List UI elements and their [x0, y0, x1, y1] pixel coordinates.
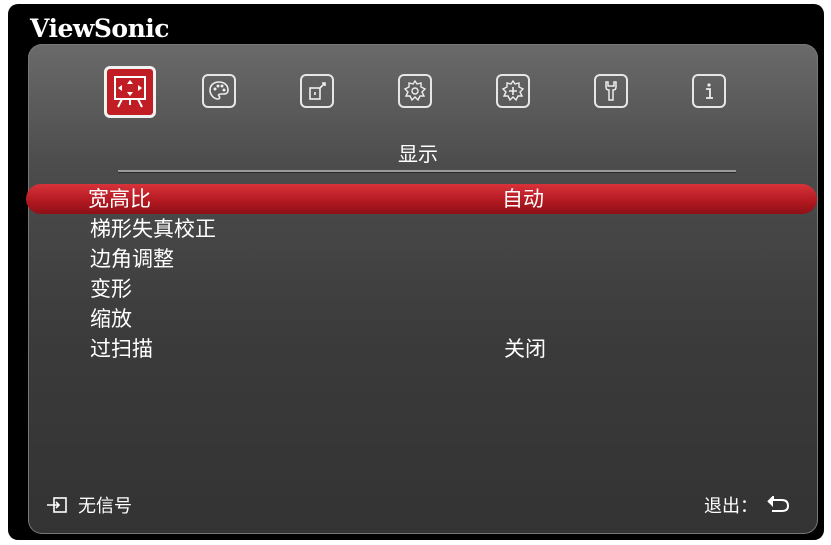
exit-label: 退出：	[704, 496, 758, 517]
menu-item-zoom[interactable]: 缩放	[28, 304, 818, 334]
divider	[118, 170, 736, 173]
menu-item-aspect-ratio[interactable]: 宽高比 自动	[26, 184, 817, 214]
menu-panel: 显示 宽高比 自动 梯形失真校正 边角调整 变形 缩放 过扫描 关闭 无信号 退…	[26, 44, 818, 534]
tab-information[interactable]	[692, 74, 726, 108]
menu-item-label: 梯形失真校正	[90, 217, 216, 241]
menu-item-overscan[interactable]: 过扫描 关闭	[28, 334, 818, 364]
gear-icon	[403, 79, 427, 102]
tab-bar	[104, 66, 744, 146]
info-icon	[706, 83, 713, 99]
menu-item-value: 自动	[502, 187, 544, 211]
menu-item-value: 关闭	[504, 337, 546, 361]
input-source-icon	[47, 497, 67, 513]
source-icon	[309, 82, 326, 100]
brand-logo: ViewSonic	[30, 14, 170, 43]
exit-hint[interactable]: 退出：	[704, 492, 790, 518]
menu-item-label: 宽高比	[88, 187, 151, 211]
wrench-icon	[605, 81, 617, 101]
menu-item-label: 变形	[90, 277, 132, 301]
palette-icon	[209, 81, 229, 100]
menu-item-label: 过扫描	[90, 337, 153, 361]
menu-item-warp[interactable]: 变形	[28, 274, 818, 304]
menu-item-label: 缩放	[90, 307, 132, 331]
footer: 无信号 退出：	[28, 488, 818, 518]
menu-list: 宽高比 自动 梯形失真校正 边角调整 变形 缩放 过扫描 关闭	[26, 184, 818, 364]
tab-source[interactable]	[300, 74, 334, 108]
tab-advanced[interactable]	[496, 74, 530, 108]
input-status: 无信号	[46, 492, 132, 518]
tab-title: 显示	[398, 142, 438, 166]
menu-item-label: 边角调整	[90, 247, 174, 271]
menu-item-corner-adjust[interactable]: 边角调整	[28, 244, 818, 274]
tab-settings[interactable]	[398, 74, 432, 108]
projector-osd: ViewSonic 显示 宽高比 自动 梯形失真校正 边角调整 变形 缩放 过扫…	[8, 4, 824, 540]
return-arrow-icon	[767, 496, 790, 512]
advanced-gear-icon	[501, 79, 525, 102]
display-icon	[114, 76, 146, 108]
tab-system[interactable]	[594, 74, 628, 108]
status-text: 无信号	[78, 496, 132, 517]
menu-item-keystone[interactable]: 梯形失真校正	[28, 214, 818, 244]
tab-display[interactable]	[104, 66, 156, 118]
tab-color[interactable]	[202, 74, 236, 108]
